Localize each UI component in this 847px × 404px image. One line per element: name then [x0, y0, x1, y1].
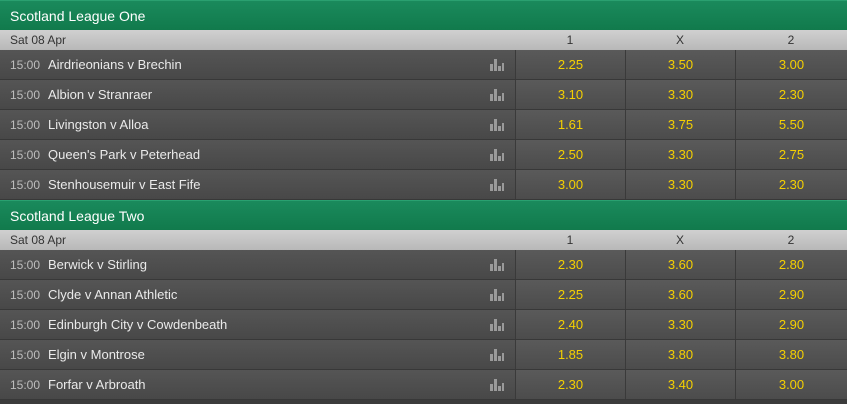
kickoff-time: 15:00: [10, 347, 41, 362]
match-info: 15:00 Livingston v Alloa: [0, 110, 515, 139]
odds-button-home[interactable]: 2.30: [515, 250, 625, 279]
odds-button-home[interactable]: 2.30: [515, 370, 625, 399]
kickoff-time: 15:00: [10, 57, 41, 72]
match-date: Sat 08 Apr: [10, 233, 67, 247]
match-info: 15:00 Forfar v Arbroath: [0, 370, 515, 399]
odds-button-away[interactable]: 2.30: [735, 80, 847, 109]
match-teams-link[interactable]: Forfar v Arbroath: [48, 377, 146, 392]
kickoff-time: 15:00: [10, 257, 41, 272]
odds-button-draw[interactable]: 3.50: [625, 50, 735, 79]
bar-chart-icon[interactable]: [490, 259, 504, 271]
odds-button-home[interactable]: 2.25: [515, 50, 625, 79]
kickoff-time: 15:00: [10, 87, 41, 102]
match-row: 15:00 Clyde v Annan Athletic 2.25 3.60 2.90: [0, 280, 847, 310]
odds-button-away[interactable]: 3.00: [735, 370, 847, 399]
kickoff-time: 15:00: [10, 317, 41, 332]
league-header[interactable]: Scotland League One: [0, 0, 847, 30]
kickoff-time: 15:00: [10, 117, 41, 132]
league-header[interactable]: Scotland League Two: [0, 200, 847, 230]
bar-chart-icon[interactable]: [490, 349, 504, 361]
match-info: 15:00 Elgin v Montrose: [0, 340, 515, 369]
column-header-away: 2: [787, 33, 795, 47]
column-header-draw: X: [675, 233, 684, 247]
match-info: 15:00 Stenhousemuir v East Fife: [0, 170, 515, 199]
odds-button-home[interactable]: 2.50: [515, 140, 625, 169]
odds-button-draw[interactable]: 3.60: [625, 280, 735, 309]
match-date: Sat 08 Apr: [10, 33, 67, 47]
odds-button-home[interactable]: 3.10: [515, 80, 625, 109]
kickoff-time: 15:00: [10, 177, 41, 192]
match-teams-link[interactable]: Livingston v Alloa: [48, 117, 148, 132]
match-row: 15:00 Airdrieonians v Brechin 2.25 3.50 3.0…: [0, 50, 847, 80]
bar-chart-icon[interactable]: [490, 119, 504, 131]
odds-button-draw[interactable]: 3.60: [625, 250, 735, 279]
odds-button-away[interactable]: 3.00: [735, 50, 847, 79]
bar-chart-icon[interactable]: [490, 379, 504, 391]
column-header-away: 2: [787, 233, 795, 247]
bar-chart-icon[interactable]: [490, 149, 504, 161]
match-info: 15:00 Berwick v Stirling: [0, 250, 515, 279]
odds-button-home[interactable]: 1.61: [515, 110, 625, 139]
kickoff-time: 15:00: [10, 287, 41, 302]
bar-chart-icon[interactable]: [490, 179, 504, 191]
match-row: 15:00 Queen's Park v Peterhead 2.50 3.30 2.…: [0, 140, 847, 170]
match-row: 15:00 Livingston v Alloa 1.61 3.75 5.50: [0, 110, 847, 140]
match-info: 15:00 Airdrieonians v Brechin: [0, 50, 515, 79]
league-section: Scotland League One Sat 08 Apr 1 X 2 15:00 Air…: [0, 0, 847, 200]
bar-chart-icon[interactable]: [490, 89, 504, 101]
odds-button-draw[interactable]: 3.30: [625, 170, 735, 199]
odds-button-home[interactable]: 1.85: [515, 340, 625, 369]
match-row: 15:00 Edinburgh City v Cowdenbeath 2.40 3.…: [0, 310, 847, 340]
odds-board: Scotland League One Sat 08 Apr 1 X 2 15:00 Air…: [0, 0, 847, 400]
odds-button-draw[interactable]: 3.80: [625, 340, 735, 369]
odds-button-draw[interactable]: 3.30: [625, 140, 735, 169]
odds-button-away[interactable]: 2.90: [735, 310, 847, 339]
odds-button-draw[interactable]: 3.40: [625, 370, 735, 399]
match-teams-link[interactable]: Elgin v Montrose: [48, 347, 145, 362]
match-teams-link[interactable]: Berwick v Stirling: [48, 257, 147, 272]
bar-chart-icon[interactable]: [490, 59, 504, 71]
odds-button-draw[interactable]: 3.30: [625, 310, 735, 339]
match-teams-link[interactable]: Clyde v Annan Athletic: [48, 287, 177, 302]
match-info: 15:00 Edinburgh City v Cowdenbeath: [0, 310, 515, 339]
match-row: 15:00 Forfar v Arbroath 2.30 3.40 3.00: [0, 370, 847, 400]
match-row: 15:00 Albion v Stranraer 3.10 3.30 2.30: [0, 80, 847, 110]
column-header-draw: X: [675, 33, 684, 47]
odds-button-home[interactable]: 3.00: [515, 170, 625, 199]
odds-button-away[interactable]: 2.90: [735, 280, 847, 309]
match-teams-link[interactable]: Albion v Stranraer: [48, 87, 152, 102]
odds-button-away[interactable]: 2.75: [735, 140, 847, 169]
match-info: 15:00 Queen's Park v Peterhead: [0, 140, 515, 169]
date-header-row: Sat 08 Apr 1 X 2: [0, 30, 847, 50]
column-header-home: 1: [566, 33, 574, 47]
odds-button-home[interactable]: 2.25: [515, 280, 625, 309]
bar-chart-icon[interactable]: [490, 319, 504, 331]
bar-chart-icon[interactable]: [490, 289, 504, 301]
match-teams-link[interactable]: Edinburgh City v Cowdenbeath: [48, 317, 227, 332]
odds-button-draw[interactable]: 3.30: [625, 80, 735, 109]
kickoff-time: 15:00: [10, 377, 41, 392]
match-row: 15:00 Berwick v Stirling 2.30 3.60 2.80: [0, 250, 847, 280]
odds-button-away[interactable]: 3.80: [735, 340, 847, 369]
match-row: 15:00 Stenhousemuir v East Fife 3.00 3.30 2…: [0, 170, 847, 200]
odds-button-home[interactable]: 2.40: [515, 310, 625, 339]
odds-button-draw[interactable]: 3.75: [625, 110, 735, 139]
league-section: Scotland League Two Sat 08 Apr 1 X 2 15:00 Ber…: [0, 200, 847, 400]
kickoff-time: 15:00: [10, 147, 41, 162]
odds-button-away[interactable]: 2.80: [735, 250, 847, 279]
match-teams-link[interactable]: Queen's Park v Peterhead: [48, 147, 200, 162]
match-info: 15:00 Clyde v Annan Athletic: [0, 280, 515, 309]
match-teams-link[interactable]: Stenhousemuir v East Fife: [48, 177, 200, 192]
column-header-home: 1: [566, 233, 574, 247]
odds-button-away[interactable]: 2.30: [735, 170, 847, 199]
odds-button-away[interactable]: 5.50: [735, 110, 847, 139]
match-teams-link[interactable]: Airdrieonians v Brechin: [48, 57, 182, 72]
match-info: 15:00 Albion v Stranraer: [0, 80, 515, 109]
match-row: 15:00 Elgin v Montrose 1.85 3.80 3.80: [0, 340, 847, 370]
date-header-row: Sat 08 Apr 1 X 2: [0, 230, 847, 250]
